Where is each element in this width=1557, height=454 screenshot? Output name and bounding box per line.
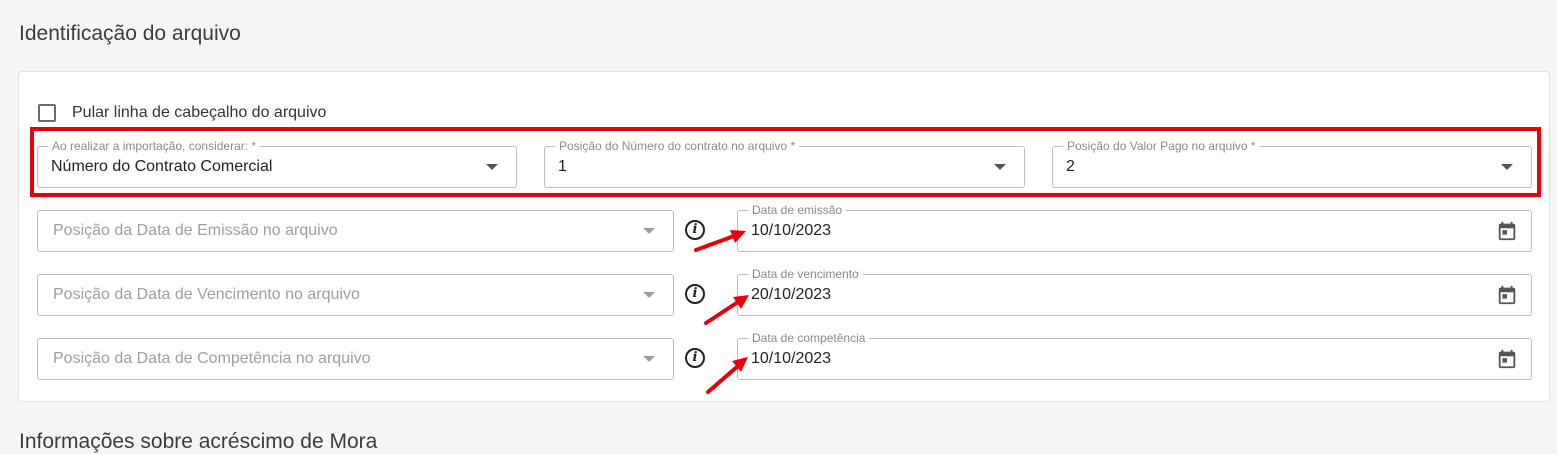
info-icon[interactable]: i [685, 284, 705, 304]
next-section-title: Informações sobre acréscimo de Mora [19, 430, 378, 453]
emission-date-label: Data de emissão [748, 203, 847, 217]
paid-value-position-value: 2 [1066, 158, 1075, 175]
chevron-down-icon[interactable] [1501, 164, 1513, 170]
competence-date-value: 10/10/2023 [751, 350, 832, 367]
contract-position-label: Posição do Número do contrato no arquivo… [555, 139, 800, 153]
due-date-field[interactable]: Data de vencimento 20/10/2023 [737, 267, 1532, 316]
skip-header-option[interactable]: Pular linha de cabeçalho do arquivo [38, 102, 326, 124]
consider-select[interactable]: Ao realizar a importação, considerar: * … [37, 139, 517, 188]
due-date-value: 20/10/2023 [751, 286, 832, 303]
calendar-icon[interactable] [1496, 220, 1518, 242]
info-icon[interactable]: i [685, 220, 705, 240]
chevron-down-icon[interactable] [486, 164, 498, 170]
competence-date-field[interactable]: Data de competência 10/10/2023 [737, 331, 1532, 380]
competence-position-select[interactable]: Posição da Data de Competência no arquiv… [37, 338, 674, 380]
chevron-down-icon[interactable] [994, 164, 1006, 170]
paid-value-position-select[interactable]: Posição do Valor Pago no arquivo * 2 [1052, 139, 1532, 188]
calendar-icon[interactable] [1496, 348, 1518, 370]
consider-value: Número do Contrato Comercial [51, 158, 273, 175]
chevron-down-icon[interactable] [643, 356, 655, 362]
paid-value-position-label: Posição do Valor Pago no arquivo * [1063, 139, 1260, 153]
contract-position-select[interactable]: Posição do Número do contrato no arquivo… [544, 139, 1025, 188]
chevron-down-icon[interactable] [643, 292, 655, 298]
due-date-label: Data de vencimento [748, 267, 863, 281]
skip-header-checkbox[interactable] [38, 104, 56, 122]
section-title: Identificação do arquivo [19, 22, 241, 45]
consider-label: Ao realizar a importação, considerar: * [48, 139, 261, 153]
contract-position-value: 1 [558, 158, 567, 175]
emission-date-field[interactable]: Data de emissão 10/10/2023 [737, 203, 1532, 252]
chevron-down-icon[interactable] [643, 228, 655, 234]
info-icon[interactable]: i [685, 348, 705, 368]
emission-position-placeholder: Posição da Data de Emissão no arquivo [53, 222, 338, 239]
due-position-placeholder: Posição da Data de Vencimento no arquivo [53, 286, 360, 303]
competence-position-placeholder: Posição da Data de Competência no arquiv… [53, 350, 371, 367]
skip-header-label[interactable]: Pular linha de cabeçalho do arquivo [72, 104, 326, 122]
competence-date-label: Data de competência [748, 331, 870, 345]
emission-position-select[interactable]: Posição da Data de Emissão no arquivo [37, 210, 674, 252]
calendar-icon[interactable] [1496, 284, 1518, 306]
due-position-select[interactable]: Posição da Data de Vencimento no arquivo [37, 274, 674, 316]
emission-date-value: 10/10/2023 [751, 222, 832, 239]
